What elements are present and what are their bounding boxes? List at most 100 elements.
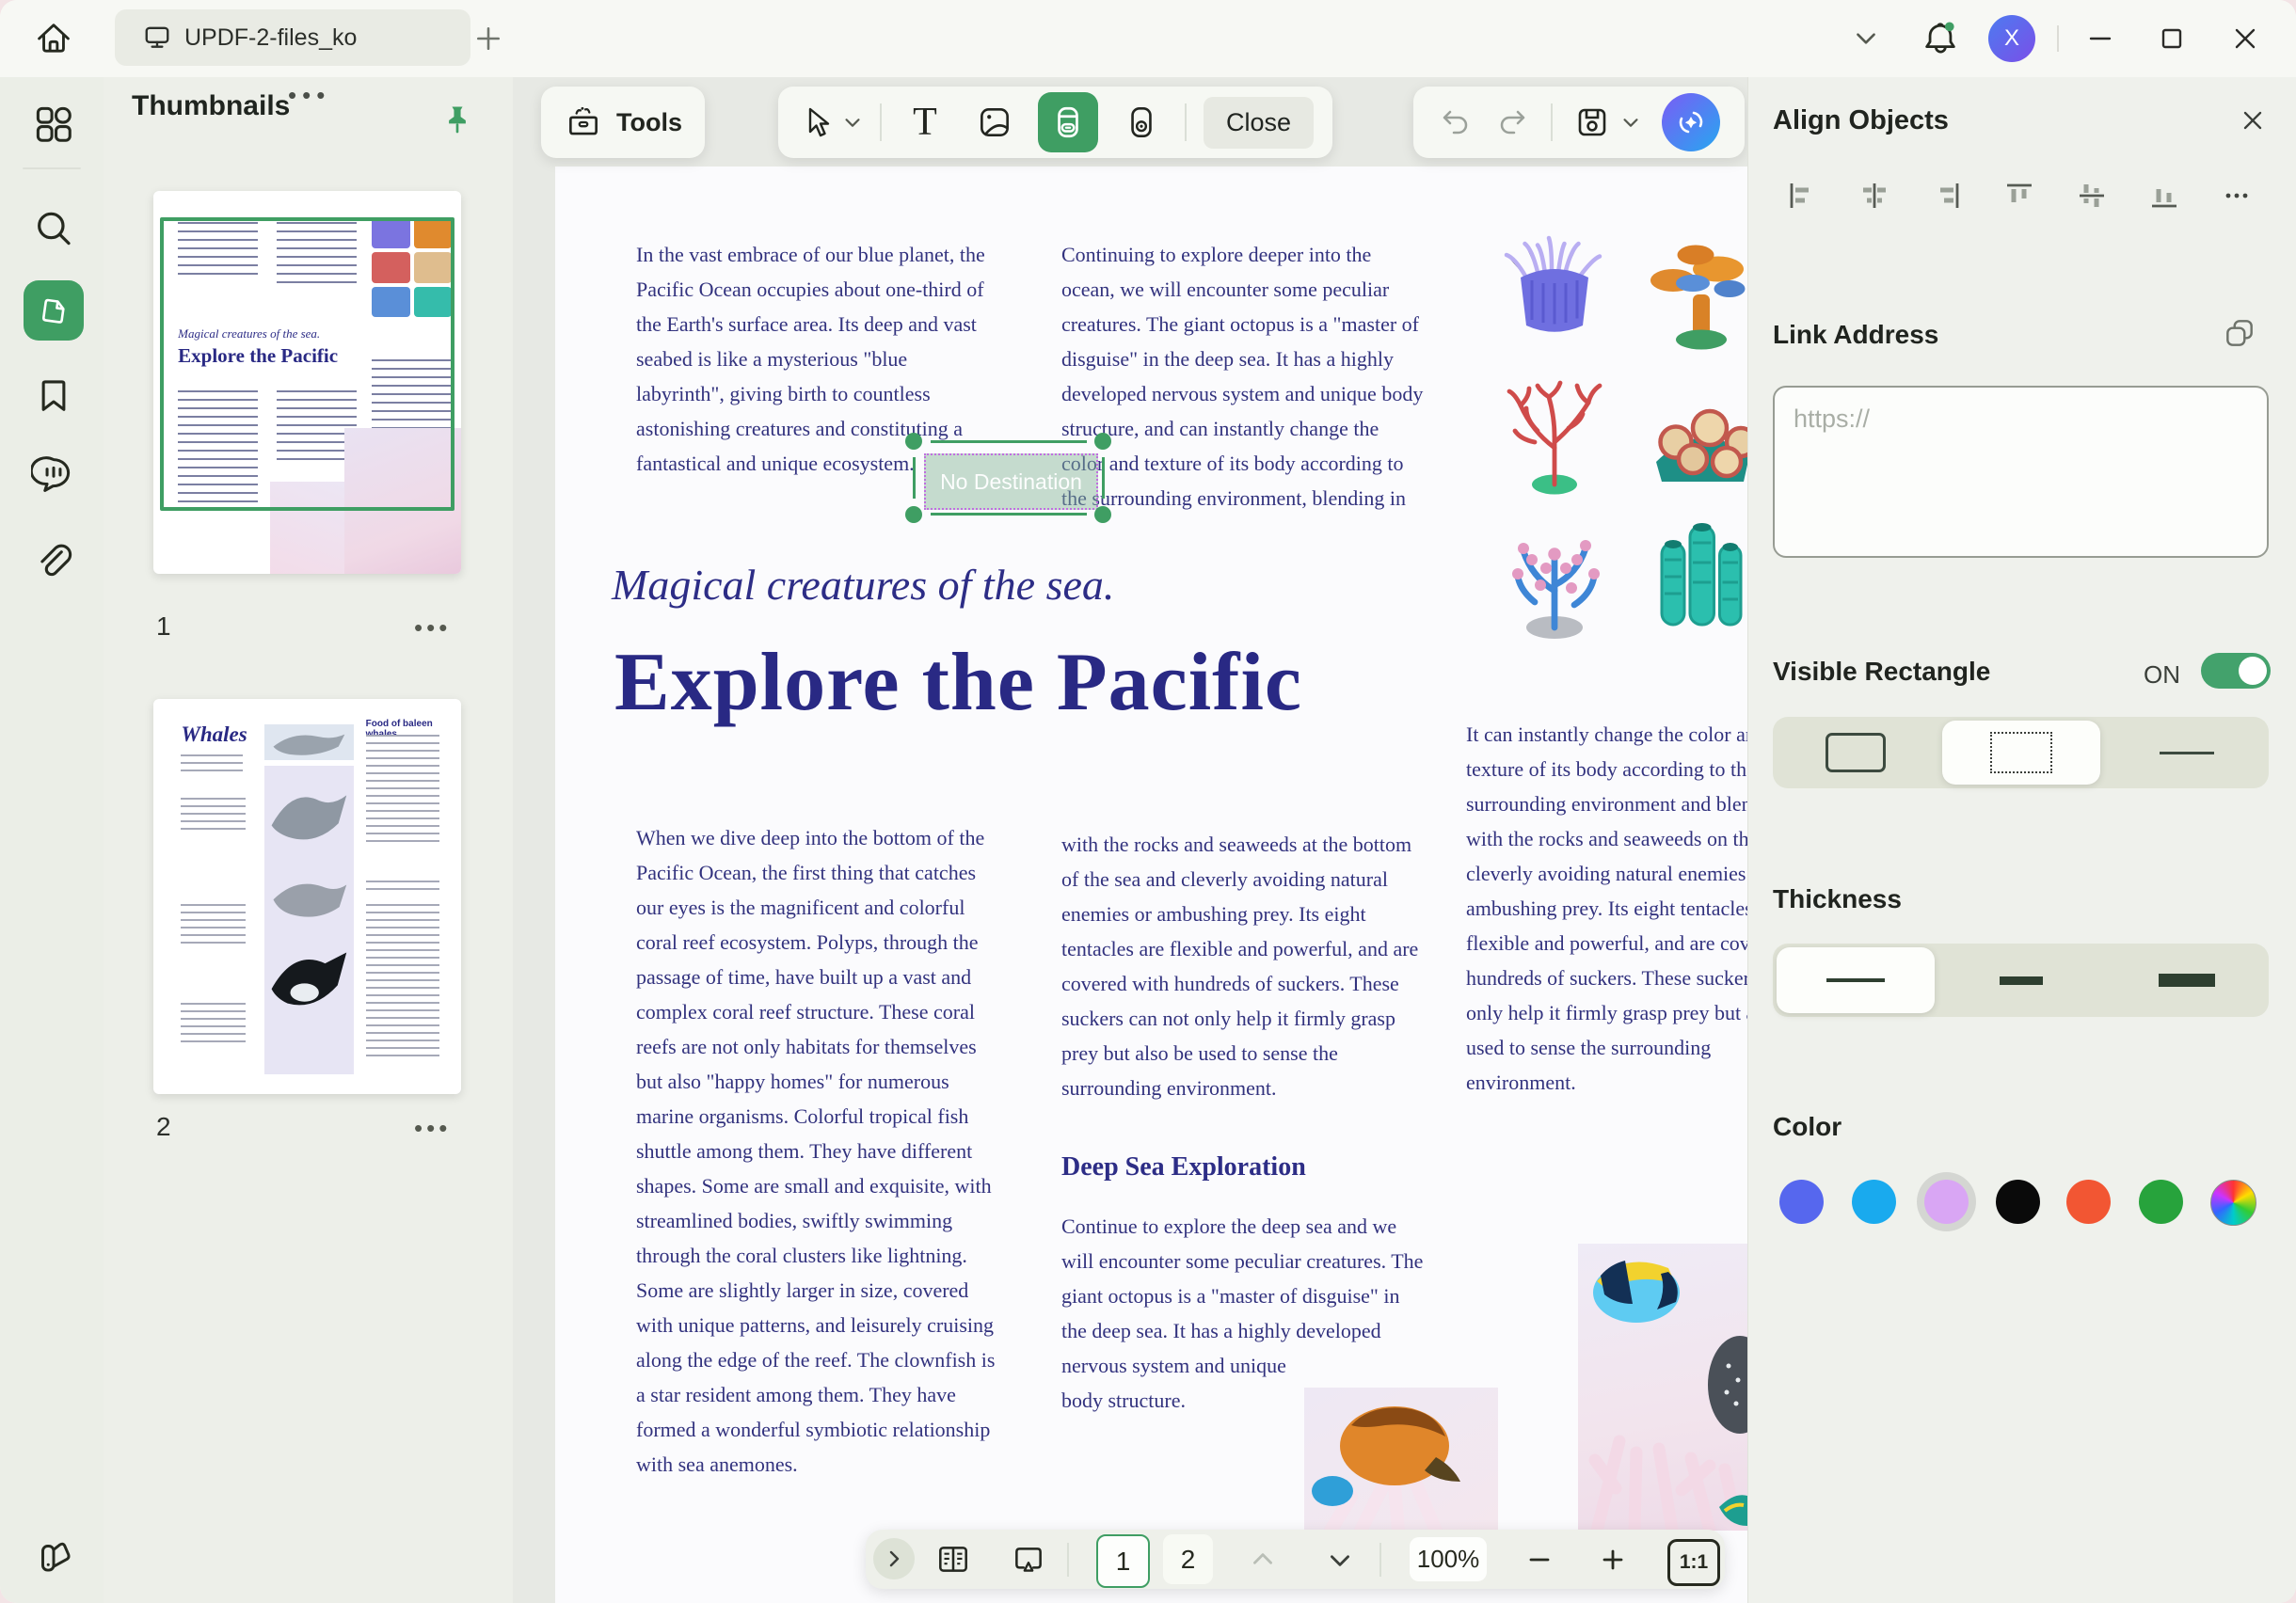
plus-icon: [1600, 1547, 1626, 1573]
search-button[interactable]: [24, 199, 84, 260]
panel-drag-handle[interactable]: •••: [288, 81, 330, 110]
style-dotted-button[interactable]: [1957, 717, 2085, 788]
style-underline-button[interactable]: [2123, 717, 2251, 788]
align-right-button[interactable]: [1931, 180, 1963, 212]
color-swatch-orange[interactable]: [2066, 1180, 2111, 1224]
thick-line-icon: [2159, 974, 2215, 987]
text-tool-button[interactable]: T: [899, 96, 951, 149]
save-icon: [1573, 103, 1611, 141]
page-layout-button[interactable]: [932, 1539, 975, 1580]
ai-assistant-button[interactable]: [1662, 93, 1720, 151]
thumb1-more-button[interactable]: •••: [414, 613, 451, 643]
account-avatar[interactable]: X: [1988, 15, 2035, 62]
align-bottom-button[interactable]: [2148, 180, 2180, 212]
minimize-icon: [2085, 24, 2115, 54]
thumb2-more-button[interactable]: •••: [414, 1114, 451, 1143]
selection-handle-sw[interactable]: [905, 506, 922, 523]
rail-divider: [23, 167, 81, 169]
toolbar-divider: [880, 103, 882, 141]
align-bottom-icon: [2148, 180, 2180, 212]
destination-tool-button[interactable]: [1115, 96, 1168, 149]
image-tool-button[interactable]: [968, 96, 1021, 149]
align-top-icon: [2003, 180, 2035, 212]
align-more-button[interactable]: [2221, 180, 2253, 212]
swatches-button[interactable]: [24, 1527, 84, 1587]
thumbnails-panel-button[interactable]: [24, 280, 84, 341]
page-1-label: 1: [1116, 1547, 1131, 1577]
visible-rectangle-toggle[interactable]: [2201, 653, 2271, 689]
thumb2-text-block: [181, 904, 246, 944]
copy-link-button[interactable]: [2217, 310, 2262, 356]
notifications-button[interactable]: [1916, 13, 1965, 64]
color-swatch-custom[interactable]: [2210, 1180, 2256, 1226]
close-window-button[interactable]: [2223, 19, 2268, 58]
location-icon: [1122, 103, 1161, 142]
thickness-medium-button[interactable]: [1942, 944, 2100, 1017]
actual-size-button[interactable]: 1:1: [1667, 1539, 1720, 1586]
chevron-down-icon: [842, 112, 863, 133]
color-swatch-blue[interactable]: [1779, 1180, 1824, 1224]
thumb1-viewport-indicator[interactable]: [160, 217, 455, 510]
align-top-button[interactable]: [2003, 180, 2035, 212]
doc-paragraph-6: It can instantly change the color andtex…: [1466, 717, 1747, 1100]
doc-subtitle: Magical creatures of the sea.: [612, 560, 1114, 610]
presentation-button[interactable]: [1007, 1539, 1050, 1580]
pin-panel-button[interactable]: [435, 98, 480, 143]
previous-page-button[interactable]: [1242, 1541, 1284, 1579]
thumbnail-page-1[interactable]: Magical creatures of the sea. Explore th…: [153, 191, 461, 574]
zoom-level-button[interactable]: 100%: [1410, 1537, 1487, 1581]
align-left-icon: [1786, 180, 1818, 212]
color-swatch-green[interactable]: [2139, 1180, 2183, 1224]
redo-button[interactable]: [1494, 104, 1530, 140]
minimize-button[interactable]: [2078, 19, 2123, 58]
undo-icon: [1438, 104, 1474, 140]
maximize-button[interactable]: [2149, 19, 2194, 58]
copy-icon: [2222, 315, 2257, 351]
comments-button[interactable]: [24, 445, 84, 505]
new-tab-button[interactable]: [469, 19, 508, 58]
minus-icon: [1526, 1547, 1553, 1573]
thumb2-title: Whales: [181, 722, 247, 747]
align-center-horizontal-button[interactable]: [1858, 180, 1890, 212]
close-tool-button[interactable]: Close: [1204, 97, 1314, 149]
tools-button[interactable]: Tools: [541, 87, 705, 158]
zoom-in-button[interactable]: [1592, 1541, 1634, 1579]
link-tool-button-active[interactable]: [1038, 92, 1098, 152]
color-swatch-purple-selected[interactable]: [1924, 1180, 1969, 1224]
panels-grid-button[interactable]: [24, 94, 84, 154]
attachments-button[interactable]: [24, 530, 84, 590]
document-tab[interactable]: UPDF-2-files_ko: [115, 9, 470, 66]
undo-button[interactable]: [1438, 104, 1474, 140]
selection-handle-ne[interactable]: [1094, 433, 1111, 450]
link-address-input[interactable]: [1773, 386, 2269, 558]
pdf-page[interactable]: In the vast embrace of our blue planet, …: [555, 167, 1747, 1603]
fish-photo-small: [1304, 1388, 1498, 1531]
page-2-button[interactable]: 2: [1163, 1534, 1213, 1584]
redo-icon: [1494, 104, 1530, 140]
style-solid-button[interactable]: [1792, 717, 1920, 788]
tab-list-button[interactable]: [1846, 21, 1886, 56]
thickness-thick-button[interactable]: [2108, 944, 2266, 1017]
link-annotation-box[interactable]: No Destination: [924, 453, 1098, 510]
updf-window: UPDF-2-files_ko X: [0, 0, 2296, 1603]
close-panel-button[interactable]: [2232, 100, 2273, 141]
color-swatch-cyan[interactable]: [1852, 1180, 1896, 1224]
home-button[interactable]: [30, 15, 77, 62]
expand-bar-button[interactable]: [873, 1538, 915, 1579]
thumbnails-panel-title: Thumbnails: [132, 90, 290, 122]
close-icon: [2240, 107, 2266, 134]
align-left-button[interactable]: [1786, 180, 1818, 212]
thumbnail-page-2[interactable]: Whales Food of baleen whales: [153, 699, 461, 1094]
align-middle-vertical-button[interactable]: [2076, 180, 2108, 212]
color-swatch-black[interactable]: [1996, 1180, 2040, 1224]
zoom-out-button[interactable]: [1519, 1541, 1560, 1579]
select-tool-button[interactable]: [797, 103, 863, 141]
page-1-button[interactable]: 1: [1096, 1534, 1150, 1588]
selection-handle-nw[interactable]: [905, 433, 922, 450]
thickness-thin-button[interactable]: [1777, 944, 1935, 1017]
save-button[interactable]: [1573, 103, 1641, 141]
bookmarks-button[interactable]: [24, 365, 84, 425]
doc-heading-deep-sea: Deep Sea Exploration: [1061, 1152, 1306, 1182]
next-page-button[interactable]: [1319, 1541, 1361, 1579]
selection-handle-se[interactable]: [1094, 506, 1111, 523]
